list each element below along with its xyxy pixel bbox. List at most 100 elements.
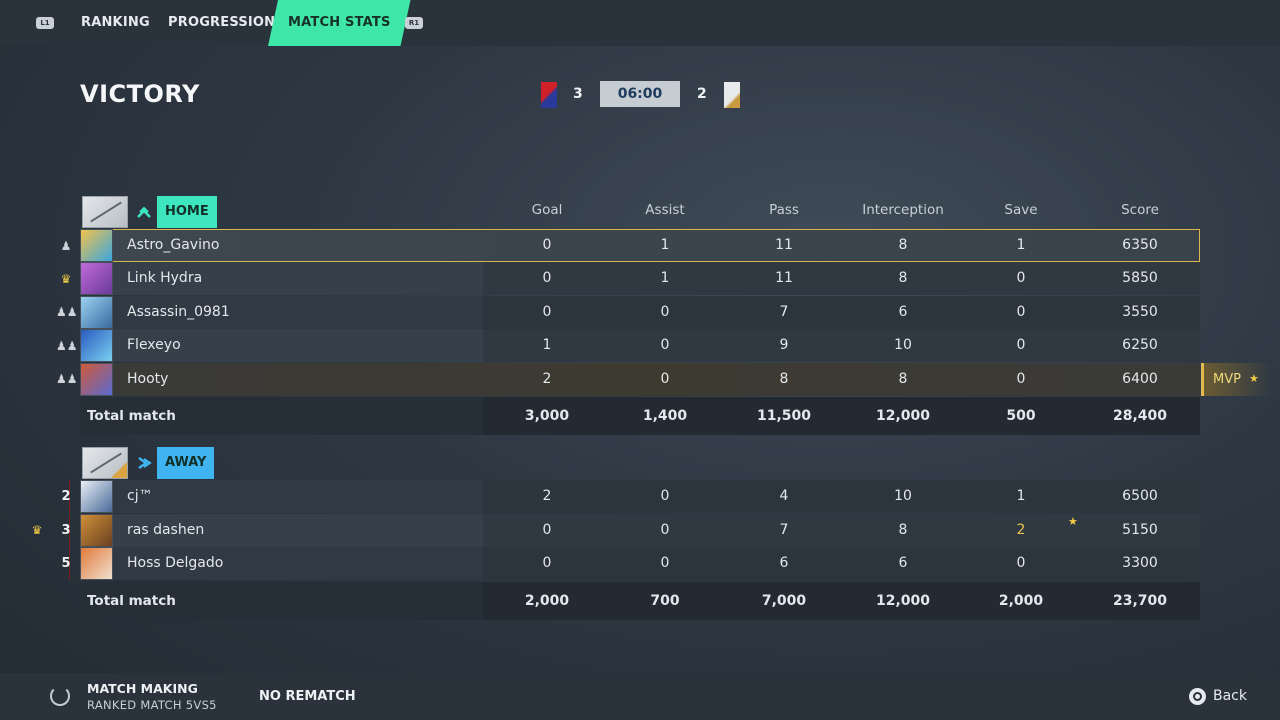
pass-value: 9 — [779, 337, 789, 353]
avatar — [80, 329, 113, 362]
total-label: Total match — [87, 593, 176, 609]
assist-value: 0 — [660, 304, 670, 320]
l1-button-hint-icon[interactable]: L1 — [36, 17, 54, 29]
goal-value: 0 — [542, 237, 552, 253]
player-name: Hooty — [127, 371, 169, 387]
total-pass: 11,500 — [756, 408, 812, 424]
column-header-score: Score — [1121, 202, 1159, 218]
party-group-icon: ♟♟ — [56, 339, 78, 353]
total-interception: 12,000 — [875, 408, 931, 424]
table-row[interactable]: cj™ 2 0 4 10 1 6500 — [80, 480, 1200, 513]
save-value: 1 — [1016, 488, 1026, 504]
no-rematch-status: NO REMATCH — [259, 689, 356, 704]
interception-value: 8 — [898, 522, 908, 538]
tab-progression[interactable]: PROGRESSION — [168, 0, 275, 46]
avatar — [80, 363, 113, 396]
total-assist: 700 — [650, 593, 680, 609]
save-value: 0 — [1016, 337, 1026, 353]
tab-ranking[interactable]: RANKING — [81, 0, 150, 46]
save-value: 0 — [1016, 304, 1026, 320]
interception-value: 8 — [898, 371, 908, 387]
match-timer: 06:00 — [600, 81, 680, 107]
table-row[interactable]: Hooty 2 0 8 8 0 6400 — [80, 363, 1200, 396]
total-interception: 12,000 — [875, 593, 931, 609]
total-save: 500 — [1006, 408, 1036, 424]
mvp-label: MVP — [1213, 372, 1241, 387]
player-name: ras dashen — [127, 522, 205, 538]
rank-number: 2 — [52, 480, 80, 513]
goal-value: 0 — [542, 304, 552, 320]
avatar — [80, 480, 113, 513]
score-value: 3550 — [1122, 304, 1158, 320]
avatar — [80, 229, 113, 262]
save-value: 0 — [1016, 371, 1026, 387]
save-value: 2 — [1016, 522, 1026, 538]
total-assist: 1,400 — [642, 408, 688, 424]
away-team-logo-icon — [82, 447, 128, 479]
match-result-title: VICTORY — [80, 80, 200, 108]
table-row[interactable]: Astro_Gavino 0 1 11 8 1 6350 — [80, 229, 1200, 262]
score-value: 6400 — [1122, 371, 1158, 387]
mvp-badge: MVP — [1201, 363, 1271, 396]
table-row[interactable]: Link Hydra 0 1 11 8 0 5850 — [80, 262, 1200, 295]
home-team-logo-icon — [82, 196, 128, 228]
goal-value: 0 — [542, 555, 552, 571]
total-pass: 7,000 — [761, 593, 807, 609]
top-tab-bar: L1 RANKING PROGRESSION MATCH STATS R1 — [0, 0, 1280, 46]
avatar — [80, 262, 113, 295]
assist-value: 0 — [660, 488, 670, 504]
column-header-pass: Pass — [769, 202, 799, 218]
goal-value: 0 — [542, 522, 552, 538]
away-score: 2 — [697, 86, 707, 102]
pass-value: 6 — [779, 555, 789, 571]
column-header-goal: Goal — [531, 202, 563, 218]
column-header-interception: Interception — [862, 202, 944, 218]
pass-value: 11 — [775, 270, 793, 286]
total-save: 2,000 — [998, 593, 1044, 609]
player-name: Link Hydra — [127, 270, 203, 286]
interception-value: 6 — [898, 304, 908, 320]
home-score: 3 — [573, 86, 583, 102]
player-name: Flexeyo — [127, 337, 181, 353]
table-row[interactable]: ras dashen 0 0 7 8 2 5150 — [80, 514, 1200, 547]
away-team-label: AWAY — [157, 447, 215, 479]
player-name: Assassin_0981 — [127, 304, 230, 320]
goal-value: 2 — [542, 488, 552, 504]
save-value: 0 — [1016, 270, 1026, 286]
total-goal: 3,000 — [524, 408, 570, 424]
assist-value: 0 — [660, 522, 670, 538]
score-value: 6250 — [1122, 337, 1158, 353]
party-leader-crown-icon: ♛ — [31, 523, 43, 537]
interception-value: 6 — [898, 555, 908, 571]
interception-value: 10 — [894, 488, 912, 504]
score-value: 5850 — [1122, 270, 1158, 286]
avatar — [80, 296, 113, 329]
pass-value: 8 — [779, 371, 789, 387]
avatar — [80, 547, 113, 580]
goal-value: 2 — [542, 371, 552, 387]
r1-button-hint-icon[interactable]: R1 — [405, 17, 423, 29]
column-header-save: Save — [1004, 202, 1038, 218]
rank-number: 3 — [52, 514, 80, 547]
player-name: cj™ — [127, 488, 153, 504]
table-row[interactable]: Flexeyo 1 0 9 10 0 6250 — [80, 329, 1200, 362]
circle-button-icon[interactable] — [1189, 688, 1206, 705]
pass-value: 4 — [779, 488, 789, 504]
assist-value: 0 — [660, 555, 670, 571]
score-value: 6500 — [1122, 488, 1158, 504]
assist-value: 0 — [660, 337, 670, 353]
total-score: 23,700 — [1112, 593, 1168, 609]
table-row[interactable]: Hoss Delgado 0 0 6 6 0 3300 — [80, 547, 1200, 580]
save-value: 1 — [1016, 237, 1026, 253]
total-score: 28,400 — [1112, 408, 1168, 424]
tab-match-stats[interactable]: MATCH STATS — [268, 0, 411, 46]
table-row[interactable]: Assassin_0981 0 0 7 6 0 3550 — [80, 296, 1200, 329]
pass-value: 7 — [779, 522, 789, 538]
away-team-arrow-icon — [132, 447, 156, 479]
home-team-label: HOME — [157, 196, 217, 228]
back-button[interactable]: Back — [1213, 688, 1247, 704]
mvp-star-icon: ★ — [1249, 372, 1259, 385]
goal-value: 0 — [542, 270, 552, 286]
total-goal: 2,000 — [524, 593, 570, 609]
matchmaking-mode: RANKED MATCH 5VS5 — [87, 698, 217, 712]
